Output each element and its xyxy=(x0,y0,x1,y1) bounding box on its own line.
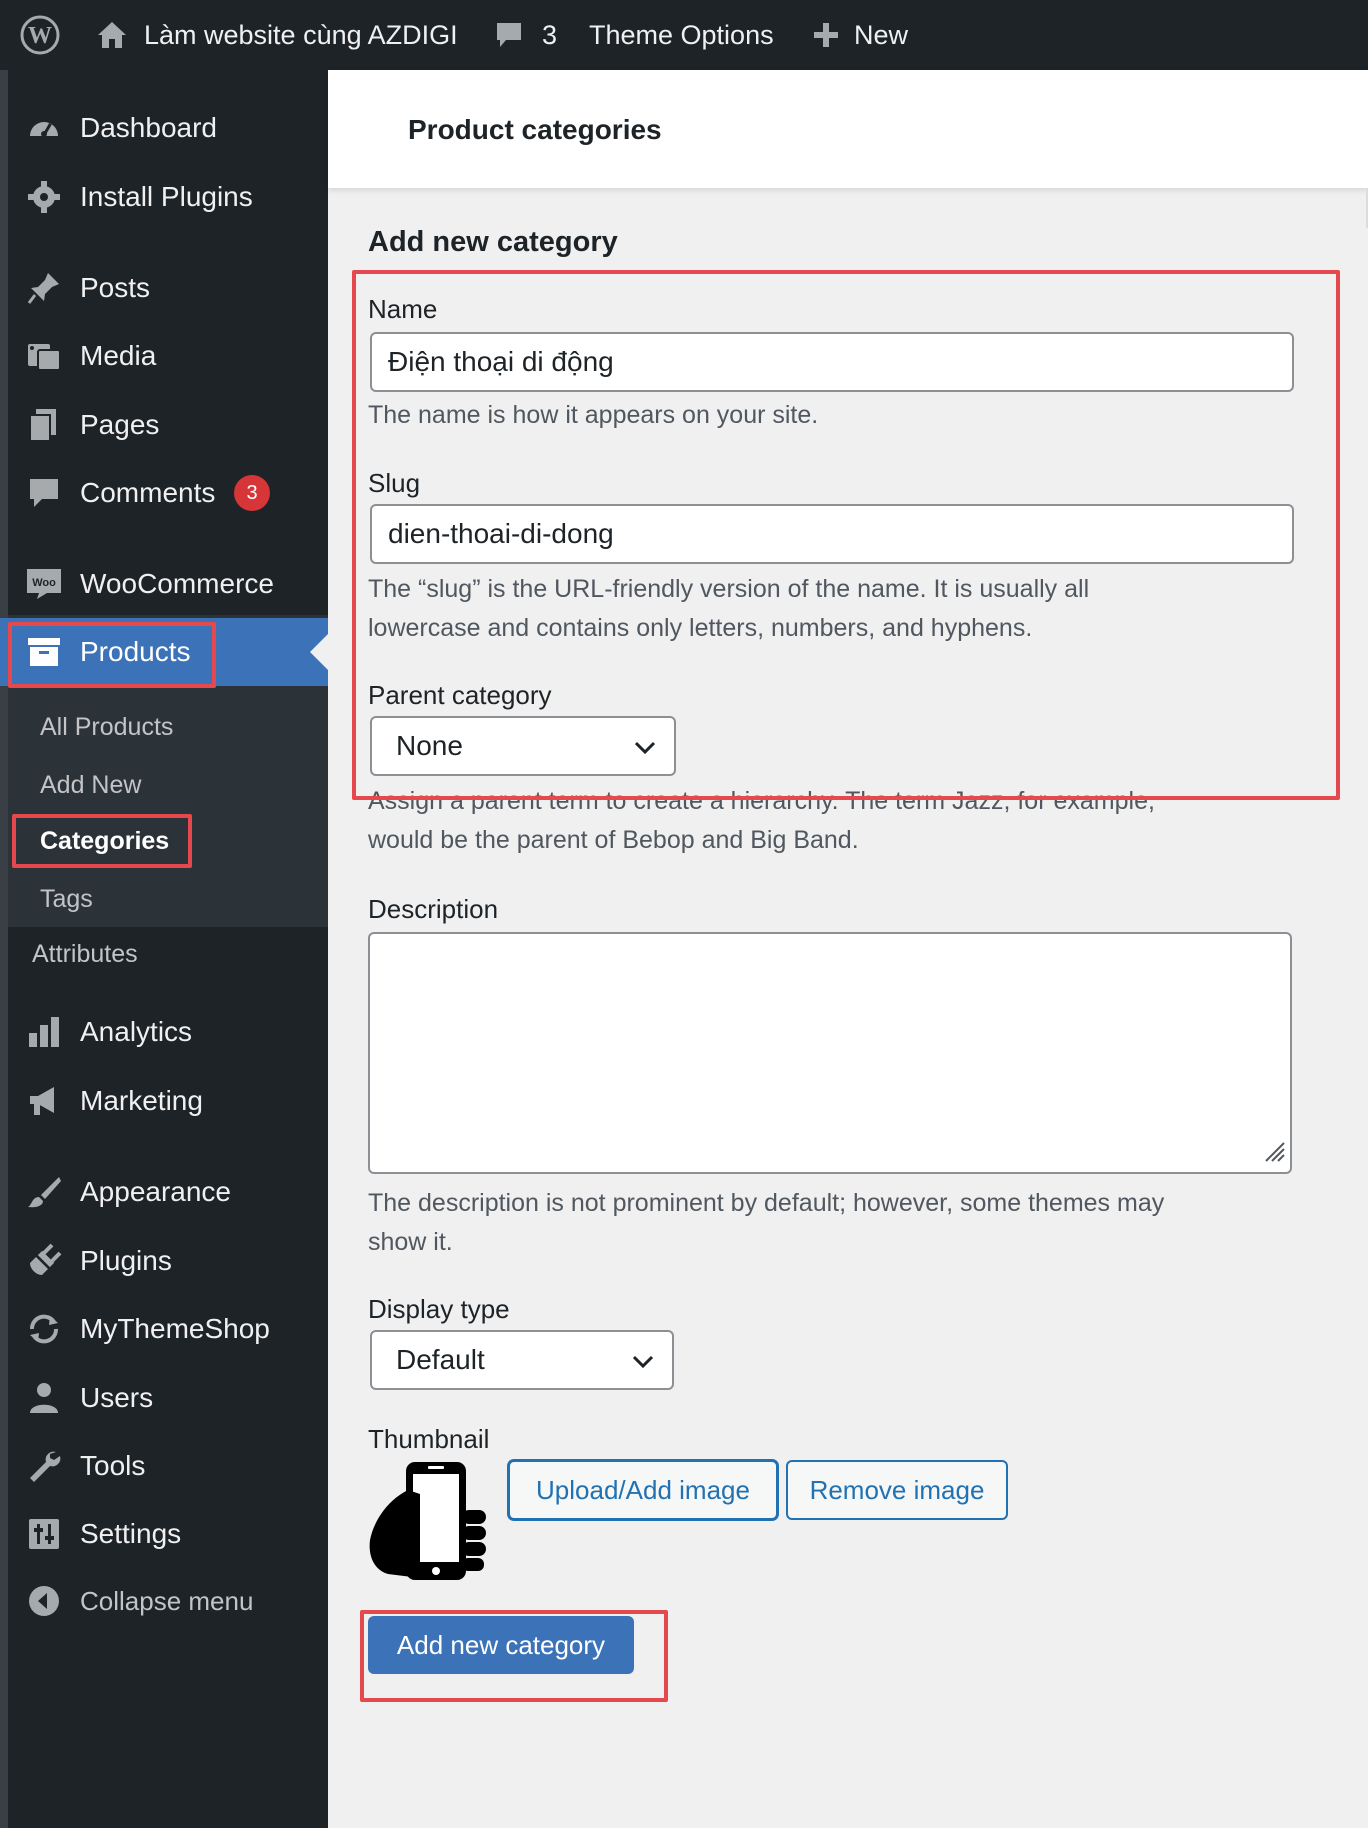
sidebar-item-label: Appearance xyxy=(80,1176,232,1207)
pages-icon xyxy=(24,405,64,445)
new-content-link[interactable]: New xyxy=(812,0,908,70)
submenu-tags[interactable]: Tags xyxy=(40,885,93,914)
gear-icon xyxy=(24,177,64,217)
sidebar-item-label: WooCommerce xyxy=(80,568,274,599)
sidebar-item-label: Marketing xyxy=(80,1085,203,1116)
woo-icon: Woo xyxy=(24,564,64,604)
sidebar-item-comments[interactable]: Comments 3 xyxy=(0,459,328,527)
highlight-box-products xyxy=(8,622,216,688)
site-name-link[interactable]: Làm website cùng AZDIGI xyxy=(96,0,458,70)
display-type-value: Default xyxy=(396,1344,485,1375)
theme-options-label: Theme Options xyxy=(589,19,774,50)
sidebar-item-mythemeshop[interactable]: MyThemeShop xyxy=(0,1295,328,1363)
pin-icon xyxy=(24,268,64,308)
sidebar-item-tools[interactable]: Tools xyxy=(0,1432,328,1500)
highlight-box-fields xyxy=(352,270,1340,800)
sidebar-item-label: Tools xyxy=(80,1450,146,1481)
sidebar-item-install-plugins[interactable]: Install Plugins xyxy=(0,163,328,231)
theme-options-link[interactable]: Theme Options xyxy=(589,0,774,70)
smartphone-in-hand-icon xyxy=(368,1462,492,1588)
sidebar-item-appearance[interactable]: Appearance xyxy=(0,1158,328,1226)
sidebar-item-marketing[interactable]: Marketing xyxy=(0,1067,328,1135)
display-type-select[interactable]: Default xyxy=(370,1330,674,1390)
chevron-down-icon xyxy=(630,1348,656,1381)
admin-bar: W Làm website cùng AZDIGI 3 Theme Option… xyxy=(0,0,1368,70)
sidebar-item-label: Pages xyxy=(80,409,160,440)
description-label: Description xyxy=(368,894,499,924)
refresh-icon xyxy=(24,1309,64,1349)
sidebar-item-media[interactable]: Media xyxy=(0,322,328,390)
comments-count: 3 xyxy=(542,19,558,50)
comment-bubble-icon xyxy=(494,20,524,50)
wordpress-logo-icon[interactable]: W xyxy=(20,0,60,70)
form-heading: Add new category xyxy=(368,226,618,258)
sidebar-item-woocommerce[interactable]: Woo WooCommerce xyxy=(0,550,328,618)
comments-badge: 3 xyxy=(234,475,270,511)
current-menu-arrow xyxy=(310,634,328,670)
sidebar-item-label: Media xyxy=(80,340,157,371)
sidebar-collapse-menu[interactable]: Collapse menu xyxy=(0,1567,328,1635)
submenu-attributes[interactable]: Attributes xyxy=(32,940,138,969)
sidebar-item-dashboard[interactable]: Dashboard xyxy=(0,94,328,162)
description-textarea[interactable] xyxy=(368,932,1292,1174)
sidebar-item-label: Posts xyxy=(80,272,151,303)
sidebar-item-posts[interactable]: Posts xyxy=(0,254,328,322)
new-label: New xyxy=(854,19,909,50)
thumbnail-preview xyxy=(368,1460,492,1584)
parent-help-line-2: would be the parent of Bebop and Big Ban… xyxy=(368,826,859,854)
comment-icon xyxy=(24,473,64,513)
sidebar-item-analytics[interactable]: Analytics xyxy=(0,998,328,1066)
sidebar-item-label: Plugins xyxy=(80,1245,172,1276)
thumbnail-label: Thumbnail xyxy=(368,1424,490,1454)
sidebar-item-label: Comments xyxy=(80,477,216,508)
sidebar-item-label: MyThemeShop xyxy=(80,1313,270,1344)
sidebar-item-pages[interactable]: Pages xyxy=(0,391,328,459)
collapse-icon xyxy=(24,1581,64,1621)
comments-link[interactable]: 3 xyxy=(494,0,557,70)
svg-text:W: W xyxy=(28,23,52,49)
svg-text:Woo: Woo xyxy=(32,577,56,589)
sidebar-item-label: Users xyxy=(80,1382,154,1413)
remove-image-button[interactable]: Remove image xyxy=(786,1460,1008,1520)
home-icon xyxy=(96,20,128,50)
sliders-icon xyxy=(24,1514,64,1554)
sidebar-item-label: Dashboard xyxy=(80,112,217,143)
wrench-icon xyxy=(24,1446,64,1486)
description-help-line-2: show it. xyxy=(368,1228,453,1256)
user-icon xyxy=(24,1378,64,1418)
upload-image-button[interactable]: Upload/Add image xyxy=(508,1460,778,1520)
page-title: Product categories xyxy=(408,114,662,145)
sidebar-item-label: Analytics xyxy=(80,1016,193,1047)
plus-icon xyxy=(812,21,840,49)
bar-chart-icon xyxy=(24,1012,64,1052)
sidebar-item-label: Settings xyxy=(80,1518,182,1549)
highlight-box-categories xyxy=(12,814,192,868)
dashboard-icon xyxy=(24,108,64,148)
brush-icon xyxy=(24,1172,64,1212)
sidebar-item-plugins[interactable]: Plugins xyxy=(0,1227,328,1295)
site-name-label: Làm website cùng AZDIGI xyxy=(144,19,458,50)
description-help-line-1: The description is not prominent by defa… xyxy=(368,1189,1165,1217)
sidebar-item-label: Install Plugins xyxy=(80,181,253,212)
sidebar-item-settings[interactable]: Settings xyxy=(0,1500,328,1568)
resize-handle-icon[interactable] xyxy=(1260,1137,1286,1168)
submenu-add-new[interactable]: Add New xyxy=(40,771,141,800)
sidebar-item-users[interactable]: Users xyxy=(0,1364,328,1432)
display-type-label: Display type xyxy=(368,1294,510,1324)
highlight-box-submit xyxy=(360,1610,668,1702)
media-icon xyxy=(24,336,64,376)
submenu-all-products[interactable]: All Products xyxy=(40,713,173,742)
plug-icon xyxy=(24,1241,64,1281)
page-header: Product categories xyxy=(328,70,1368,188)
megaphone-icon xyxy=(24,1081,64,1121)
sidebar-item-label: Collapse menu xyxy=(80,1585,254,1616)
